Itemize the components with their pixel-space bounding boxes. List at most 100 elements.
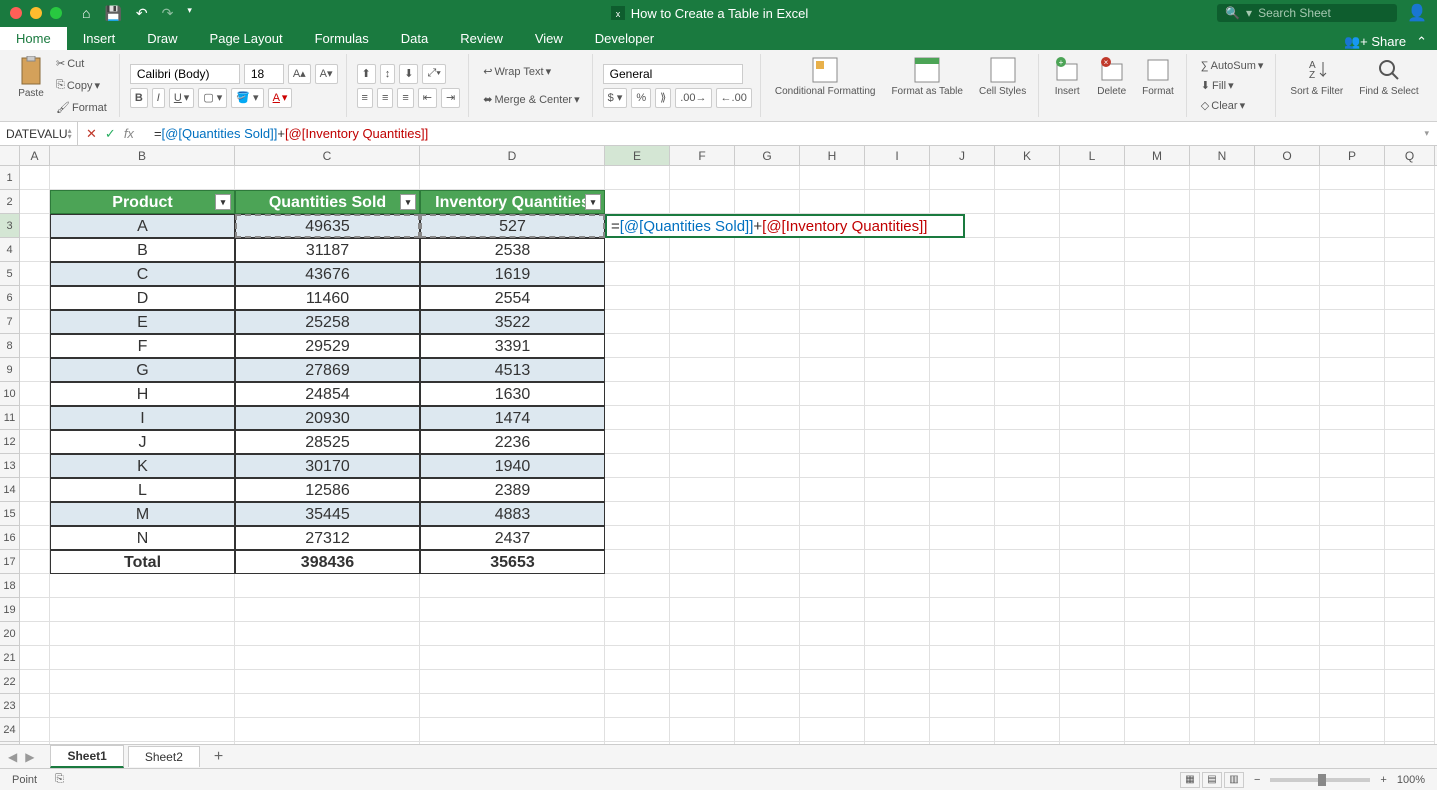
cell-H11[interactable]: [800, 406, 865, 430]
cell-I6[interactable]: [865, 286, 930, 310]
row-header-4[interactable]: 4: [0, 238, 19, 262]
cell-F5[interactable]: [670, 262, 735, 286]
cell-K17[interactable]: [995, 550, 1060, 574]
cell-P10[interactable]: [1320, 382, 1385, 406]
cell-P3[interactable]: [1320, 214, 1385, 238]
cell-M18[interactable]: [1125, 574, 1190, 598]
name-box[interactable]: DATEVALU ▴▾: [0, 122, 78, 145]
cell-C5[interactable]: 43676: [235, 262, 420, 286]
home-icon[interactable]: ⌂: [82, 5, 90, 22]
cell-O5[interactable]: [1255, 262, 1320, 286]
cell-F13[interactable]: [670, 454, 735, 478]
cell-L6[interactable]: [1060, 286, 1125, 310]
cell-O18[interactable]: [1255, 574, 1320, 598]
cell-K9[interactable]: [995, 358, 1060, 382]
cell-O20[interactable]: [1255, 622, 1320, 646]
cell-I18[interactable]: [865, 574, 930, 598]
column-header-H[interactable]: H: [800, 146, 865, 165]
cell-O23[interactable]: [1255, 694, 1320, 718]
number-format-select[interactable]: [603, 64, 743, 84]
cell-I24[interactable]: [865, 718, 930, 742]
cell-C24[interactable]: [235, 718, 420, 742]
cell-O15[interactable]: [1255, 502, 1320, 526]
font-color-button[interactable]: A ▾: [268, 88, 293, 108]
cell-H4[interactable]: [800, 238, 865, 262]
cell-B13[interactable]: K: [50, 454, 235, 478]
cell-K16[interactable]: [995, 526, 1060, 550]
cell-D22[interactable]: [420, 670, 605, 694]
column-header-C[interactable]: C: [235, 146, 420, 165]
cell-P21[interactable]: [1320, 646, 1385, 670]
cell-K15[interactable]: [995, 502, 1060, 526]
fill-button[interactable]: ⬇ Fill ▾: [1197, 76, 1268, 96]
cell-L18[interactable]: [1060, 574, 1125, 598]
row-header-20[interactable]: 20: [0, 622, 19, 646]
cell-D15[interactable]: 4883: [420, 502, 605, 526]
cell-B21[interactable]: [50, 646, 235, 670]
cell-C1[interactable]: [235, 166, 420, 190]
cell-H23[interactable]: [800, 694, 865, 718]
undo-icon[interactable]: ↶: [136, 5, 148, 22]
cell-M19[interactable]: [1125, 598, 1190, 622]
cell-Q7[interactable]: [1385, 310, 1435, 334]
cell-G20[interactable]: [735, 622, 800, 646]
row-header-11[interactable]: 11: [0, 406, 19, 430]
cell-I19[interactable]: [865, 598, 930, 622]
cell-L10[interactable]: [1060, 382, 1125, 406]
tab-insert[interactable]: Insert: [67, 27, 132, 50]
column-header-M[interactable]: M: [1125, 146, 1190, 165]
fill-color-button[interactable]: 🪣 ▾: [231, 88, 263, 108]
cell-H18[interactable]: [800, 574, 865, 598]
cell-C2[interactable]: Quantities Sold▾: [235, 190, 420, 214]
row-header-1[interactable]: 1: [0, 166, 19, 190]
cell-M11[interactable]: [1125, 406, 1190, 430]
cell-P4[interactable]: [1320, 238, 1385, 262]
cell-I12[interactable]: [865, 430, 930, 454]
cell-F18[interactable]: [670, 574, 735, 598]
cell-J14[interactable]: [930, 478, 995, 502]
cell-K1[interactable]: [995, 166, 1060, 190]
cell-A24[interactable]: [20, 718, 50, 742]
cell-Q18[interactable]: [1385, 574, 1435, 598]
expand-formula-bar-icon[interactable]: ▾: [1416, 128, 1437, 139]
cell-A8[interactable]: [20, 334, 50, 358]
cell-D13[interactable]: 1940: [420, 454, 605, 478]
cell-D10[interactable]: 1630: [420, 382, 605, 406]
cell-J9[interactable]: [930, 358, 995, 382]
cell-Q15[interactable]: [1385, 502, 1435, 526]
cell-K19[interactable]: [995, 598, 1060, 622]
minimize-window-icon[interactable]: [30, 7, 42, 19]
cell-B24[interactable]: [50, 718, 235, 742]
cell-E18[interactable]: [605, 574, 670, 598]
cell-O13[interactable]: [1255, 454, 1320, 478]
cell-I5[interactable]: [865, 262, 930, 286]
cell-O19[interactable]: [1255, 598, 1320, 622]
cell-L4[interactable]: [1060, 238, 1125, 262]
cell-Q3[interactable]: [1385, 214, 1435, 238]
cell-A1[interactable]: [20, 166, 50, 190]
cell-G4[interactable]: [735, 238, 800, 262]
cell-L22[interactable]: [1060, 670, 1125, 694]
add-sheet-button[interactable]: +: [204, 748, 233, 766]
cell-D8[interactable]: 3391: [420, 334, 605, 358]
enter-formula-icon[interactable]: ✓: [105, 126, 116, 142]
cell-Q12[interactable]: [1385, 430, 1435, 454]
cell-K14[interactable]: [995, 478, 1060, 502]
cell-P23[interactable]: [1320, 694, 1385, 718]
cell-M2[interactable]: [1125, 190, 1190, 214]
cell-O10[interactable]: [1255, 382, 1320, 406]
cell-B18[interactable]: [50, 574, 235, 598]
sort-filter-button[interactable]: AZ Sort & Filter: [1286, 54, 1347, 117]
cell-A17[interactable]: [20, 550, 50, 574]
cell-G9[interactable]: [735, 358, 800, 382]
increase-indent-button[interactable]: ⇥: [441, 88, 460, 108]
align-center-button[interactable]: ≡: [377, 88, 393, 108]
row-header-12[interactable]: 12: [0, 430, 19, 454]
cell-O22[interactable]: [1255, 670, 1320, 694]
cell-B23[interactable]: [50, 694, 235, 718]
cell-N17[interactable]: [1190, 550, 1255, 574]
cell-A2[interactable]: [20, 190, 50, 214]
qat-dropdown-icon[interactable]: ▾: [187, 5, 192, 22]
cell-F15[interactable]: [670, 502, 735, 526]
cell-M9[interactable]: [1125, 358, 1190, 382]
